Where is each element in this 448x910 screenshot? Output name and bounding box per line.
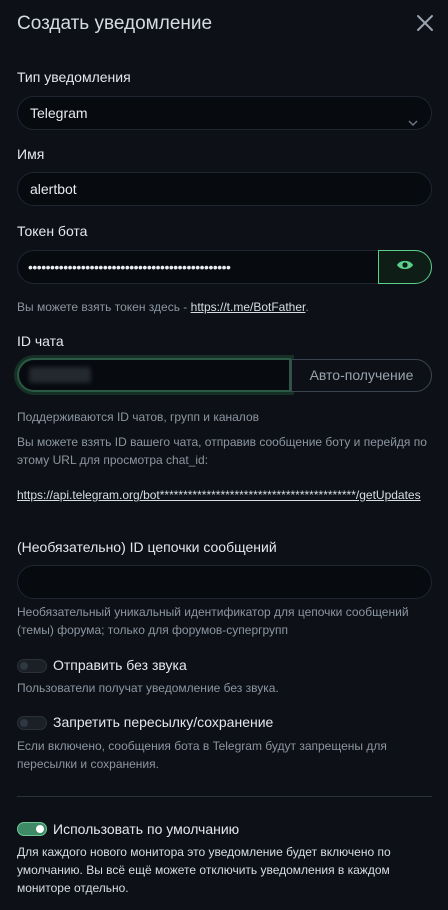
toggle-knob: [20, 662, 28, 670]
bot-token-value: ••••••••••••••••••••••••••••••••••••••••…: [28, 259, 231, 275]
send-silently-label: Отправить без звука: [53, 657, 187, 673]
send-silently-toggle[interactable]: [17, 659, 47, 673]
name-label: Имя: [17, 146, 45, 162]
chat-id-how-hint: Вы можете взять ID вашего чата, отправив…: [17, 435, 427, 467]
divider: [17, 796, 432, 797]
auto-fetch-button[interactable]: Авто-получение: [291, 359, 432, 392]
default-enabled-hint: Для каждого нового монитора это уведомле…: [17, 845, 391, 895]
chat-id-label: ID чата: [17, 333, 64, 349]
chat-id-input[interactable]: [17, 358, 291, 392]
chat-id-value-redacted: [29, 367, 91, 383]
create-notification-dialog: Создать уведомление Тип уведомления Tele…: [0, 0, 448, 910]
toggle-visibility-button[interactable]: [378, 250, 432, 284]
protect-forwarding-hint: Если включено, сообщения бота в Telegram…: [17, 739, 387, 771]
chevron-down-icon: [407, 108, 419, 127]
get-updates-link[interactable]: https://api.telegram.org/bot************…: [17, 488, 421, 502]
protect-forwarding-label: Запретить пересылку/сохранение: [53, 714, 274, 730]
chat-id-supported-hint: Поддерживаются ID чатов, групп и каналов: [17, 410, 259, 424]
bot-token-label: Токен бота: [17, 223, 88, 239]
send-silently-hint: Пользователи получат уведомление без зву…: [17, 681, 279, 695]
protect-forwarding-toggle[interactable]: [17, 716, 47, 730]
thread-id-label: (Необязательно) ID цепочки сообщений: [17, 539, 277, 555]
close-icon[interactable]: [414, 12, 436, 34]
bot-token-hint: Вы можете взять токен здесь - https://t.…: [17, 298, 432, 316]
notification-type-value: Telegram: [30, 105, 88, 121]
dialog-header: Создать уведомление: [17, 12, 436, 38]
notification-type-label: Тип уведомления: [17, 69, 131, 85]
name-input[interactable]: alertbot: [17, 172, 432, 206]
default-enabled-label: Использовать по умолчанию: [53, 821, 240, 837]
bot-token-hint-suffix: .: [305, 300, 309, 314]
thread-id-hint: Необязательный уникальный идентификатор …: [17, 605, 409, 637]
notification-type-select[interactable]: Telegram: [17, 96, 432, 130]
bot-token-input[interactable]: ••••••••••••••••••••••••••••••••••••••••…: [17, 250, 379, 284]
name-value: alertbot: [30, 181, 77, 197]
thread-id-input[interactable]: [17, 565, 432, 599]
toggle-knob: [20, 719, 28, 727]
chat-id-url-hint: https://api.telegram.org/bot************…: [17, 486, 432, 504]
botfather-link[interactable]: https://t.me/BotFather: [191, 300, 306, 314]
default-enabled-toggle[interactable]: [17, 822, 47, 836]
eye-icon: [396, 258, 414, 276]
dialog-title: Создать уведомление: [17, 13, 213, 34]
toggle-knob: [36, 825, 44, 833]
bot-token-hint-text: Вы можете взять токен здесь -: [17, 300, 191, 314]
